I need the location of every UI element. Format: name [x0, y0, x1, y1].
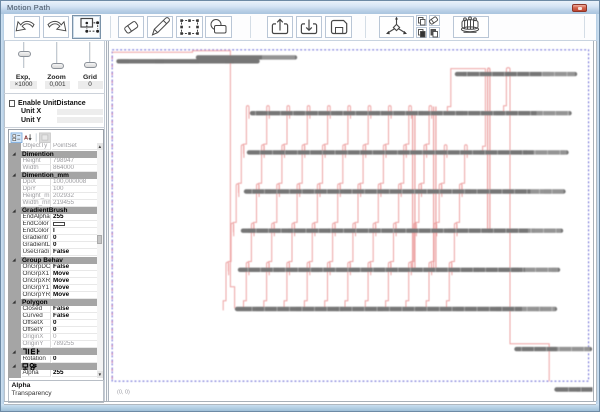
- svg-text:A: A: [24, 135, 28, 141]
